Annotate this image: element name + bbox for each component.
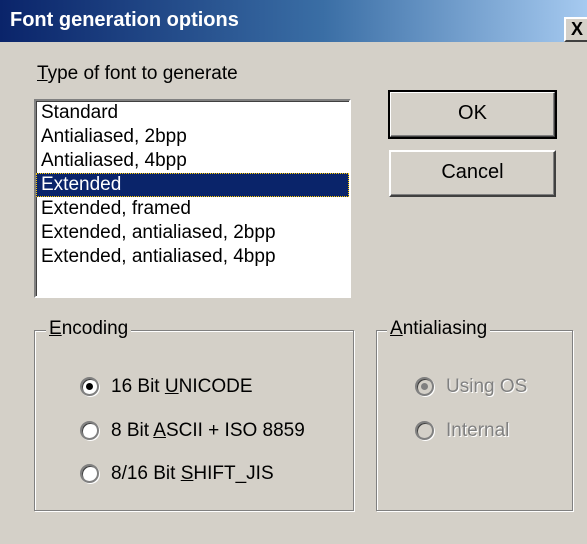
encoding-legend-text: ncoding [61,318,129,339]
list-item-antialiased-4bpp[interactable]: Antialiased, 4bpp [36,149,349,173]
dialog-title: Font generation options [10,9,239,31]
radio-shift-jis-button[interactable] [80,464,99,483]
list-item-extended-antialiased-2bpp[interactable]: Extended, antialiased, 2bpp [36,221,349,245]
font-type-listbox[interactable]: Standard Antialiased, 2bpp Antialiased, … [34,99,351,298]
list-item-extended[interactable]: Extended [36,173,349,197]
antialiasing-legend-mnemonic: A [390,318,403,339]
list-item-extended-antialiased-4bpp[interactable]: Extended, antialiased, 4bpp [36,245,349,269]
title-bar[interactable]: Font generation options X [0,0,587,42]
font-type-label-text: ype of font to generate [47,63,238,84]
encoding-legend-mnemonic: E [49,318,62,339]
antialiasing-legend-text: ntialiasing [402,318,488,339]
radio-shift-jis-label: 8/16 Bit SHIFT_JIS [111,463,274,484]
radio-using-os-label: Using OS [446,376,528,397]
radio-internal-label: Internal [446,420,510,441]
cancel-button[interactable]: Cancel [389,150,556,197]
cancel-button-label: Cancel [441,161,504,183]
radio-ascii-iso8859-button[interactable] [80,421,99,440]
radio-internal-button[interactable] [415,421,434,440]
ok-button[interactable]: OK [388,90,557,139]
radio-unicode-button[interactable] [80,377,99,396]
radio-using-os-button[interactable] [415,377,434,396]
radio-ascii-iso8859-label: 8 Bit ASCII + ISO 8859 [111,420,305,441]
close-button[interactable]: X [564,17,587,42]
antialiasing-legend: Antialiasing [387,318,491,340]
close-icon: X [571,19,584,39]
ok-button-label: OK [458,102,487,124]
font-generation-dialog: Font generation options X Type of font t… [0,0,587,544]
list-item-extended-framed[interactable]: Extended, framed [36,197,349,221]
list-item-antialiased-2bpp[interactable]: Antialiased, 2bpp [36,125,349,149]
encoding-legend: Encoding [46,318,132,340]
list-item-standard[interactable]: Standard [36,101,349,125]
font-type-label-mnemonic: T [37,63,48,84]
font-type-label: Type of font to generate [37,63,238,85]
radio-unicode-label: 16 Bit UNICODE [111,376,253,397]
